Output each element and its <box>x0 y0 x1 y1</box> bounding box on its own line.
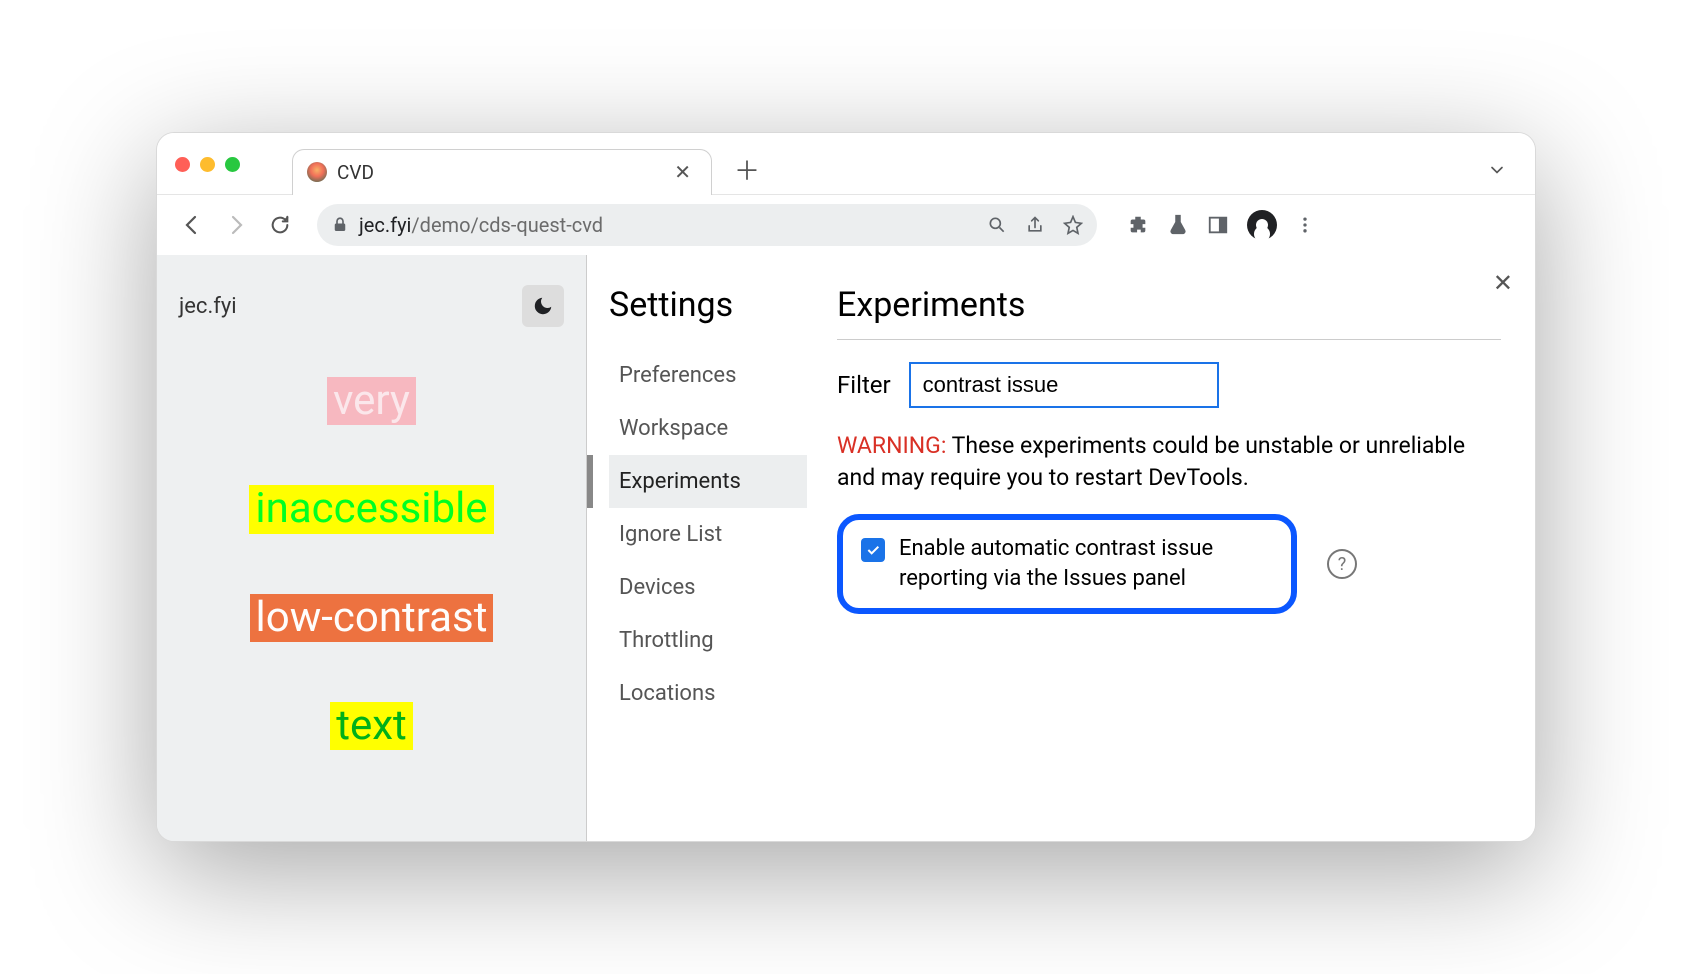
browser-window: CVD ✕ ＋ jec.fyi/demo/cds-quest-cvd <box>156 132 1536 842</box>
share-icon[interactable] <box>1025 215 1045 235</box>
reload-button[interactable] <box>263 208 297 242</box>
settings-title: Settings <box>609 285 807 325</box>
tab-title: CVD <box>337 161 658 184</box>
tab-close-button[interactable]: ✕ <box>668 160 697 184</box>
browser-toolbar: jec.fyi/demo/cds-quest-cvd <box>157 195 1535 255</box>
divider <box>837 339 1501 340</box>
address-bar[interactable]: jec.fyi/demo/cds-quest-cvd <box>317 204 1097 246</box>
help-icon[interactable]: ? <box>1327 549 1357 579</box>
window-close-button[interactable] <box>175 157 190 172</box>
demo-word: low-contrast <box>250 594 494 642</box>
extensions-icon[interactable] <box>1127 214 1149 236</box>
nav-experiments[interactable]: Experiments <box>609 455 807 508</box>
panel-icon[interactable] <box>1207 214 1229 236</box>
favicon <box>307 162 327 182</box>
back-button[interactable] <box>175 208 209 242</box>
panel-title: Experiments <box>837 285 1501 325</box>
profile-avatar[interactable] <box>1247 210 1277 240</box>
settings-nav: Settings Preferences Workspace Experimen… <box>587 255 807 841</box>
settings-panel: Experiments Filter WARNING: These experi… <box>807 255 1535 841</box>
moon-icon <box>532 295 554 317</box>
new-tab-button[interactable]: ＋ <box>734 151 760 188</box>
nav-ignore-list[interactable]: Ignore List <box>609 508 807 561</box>
tab-strip: CVD ✕ ＋ <box>157 133 1535 195</box>
warning-text: WARNING: These experiments could be unst… <box>837 430 1501 494</box>
demo-word: inaccessible <box>249 485 493 533</box>
devtools-pane: ✕ Settings Preferences Workspace Experim… <box>587 255 1535 841</box>
experiment-label: Enable automatic contrast issue reportin… <box>899 534 1273 593</box>
browser-tab[interactable]: CVD ✕ <box>292 149 712 195</box>
nav-workspace[interactable]: Workspace <box>609 402 807 455</box>
demo-word: very <box>327 377 416 425</box>
nav-preferences[interactable]: Preferences <box>609 349 807 402</box>
labs-icon[interactable] <box>1167 214 1189 236</box>
page-pane: jec.fyi very inaccessible low-contrast t… <box>157 255 587 841</box>
settings-close-button[interactable]: ✕ <box>1493 269 1513 297</box>
theme-toggle-button[interactable] <box>522 285 564 327</box>
tab-overflow-button[interactable] <box>1487 160 1517 180</box>
experiment-item[interactable]: Enable automatic contrast issue reportin… <box>837 514 1297 613</box>
url-text: jec.fyi/demo/cds-quest-cvd <box>359 213 977 237</box>
window-minimize-button[interactable] <box>200 157 215 172</box>
site-name: jec.fyi <box>179 294 237 319</box>
content-area: jec.fyi very inaccessible low-contrast t… <box>157 255 1535 841</box>
window-zoom-button[interactable] <box>225 157 240 172</box>
filter-label: Filter <box>837 371 891 399</box>
nav-throttling[interactable]: Throttling <box>609 614 807 667</box>
kebab-menu-icon[interactable] <box>1295 215 1315 235</box>
traffic-lights <box>175 157 240 172</box>
bookmark-icon[interactable] <box>1063 215 1083 235</box>
lock-icon <box>331 216 349 234</box>
filter-input[interactable] <box>909 362 1219 408</box>
forward-button[interactable] <box>219 208 253 242</box>
search-icon[interactable] <box>987 215 1007 235</box>
check-icon <box>865 542 881 558</box>
demo-word: text <box>330 702 413 750</box>
nav-devices[interactable]: Devices <box>609 561 807 614</box>
nav-locations[interactable]: Locations <box>609 667 807 720</box>
experiment-checkbox[interactable] <box>861 538 885 562</box>
